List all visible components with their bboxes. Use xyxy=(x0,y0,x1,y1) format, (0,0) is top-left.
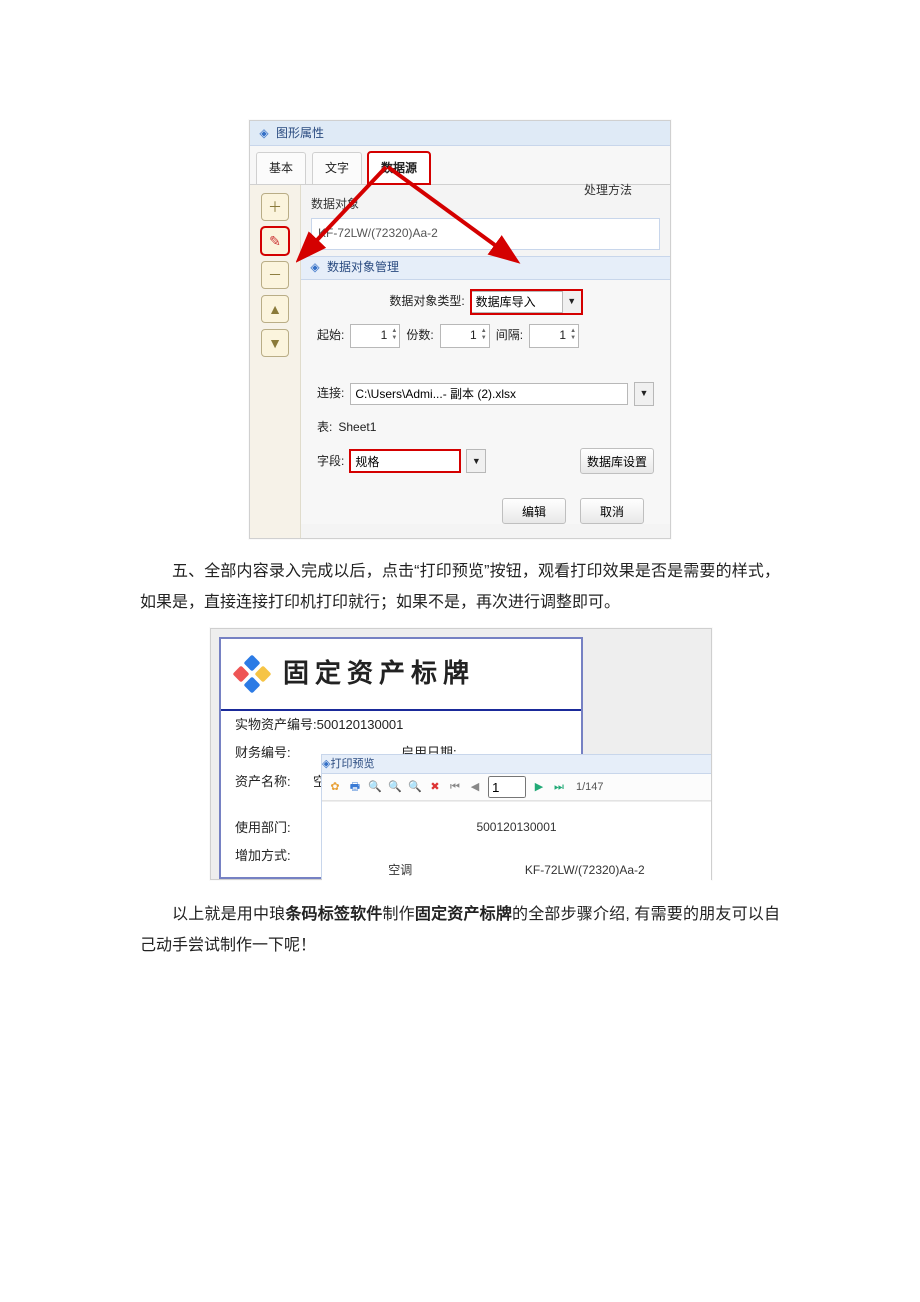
conn-input[interactable] xyxy=(350,383,628,405)
count-spin[interactable]: 1 xyxy=(440,324,490,348)
screenshot-print-preview: 固定资产标牌 实物资产编号:500120130001 财务编号: 启用日期: 资… xyxy=(210,628,712,880)
zoom-fit-icon[interactable]: 🔍 xyxy=(388,780,402,794)
arrow-up-icon[interactable]: ▲ xyxy=(261,295,289,323)
asset-name-label: 资产名称: xyxy=(235,770,313,812)
print-icon[interactable]: 🖶 xyxy=(348,780,362,794)
table-value: Sheet1 xyxy=(338,416,376,439)
zoom-in-icon[interactable]: 🔍 xyxy=(368,780,382,794)
app-icon: ◈ xyxy=(307,260,323,276)
next-page-icon[interactable]: ▶ xyxy=(532,780,546,794)
window-title: 图形属性 xyxy=(276,122,324,145)
stage-asset-no: 500120130001 xyxy=(476,816,556,839)
logo-icon xyxy=(235,657,269,691)
print-preview-title: 打印预览 xyxy=(330,754,374,775)
tab-basic[interactable]: 基本 xyxy=(256,152,306,184)
minus-icon[interactable]: － xyxy=(261,261,289,289)
pencil-icon[interactable]: ✎ xyxy=(261,227,289,255)
cog-icon[interactable]: ✿ xyxy=(328,780,342,794)
data-object-group-label: 数据对象 xyxy=(311,193,660,216)
tab-text[interactable]: 文字 xyxy=(312,152,362,184)
cancel-button[interactable]: 取消 xyxy=(580,498,644,524)
edit-button[interactable]: 编辑 xyxy=(502,498,566,524)
field-select[interactable] xyxy=(350,450,460,472)
asset-no-value: 500120130001 xyxy=(317,713,404,738)
close-icon[interactable]: ✖ xyxy=(428,780,442,794)
paragraph-step5: 五、全部内容录入完成以后，点击“打印预览”按钮，观看打印效果是否是需要的样式，如… xyxy=(140,557,780,618)
table-label: 表: xyxy=(317,416,332,439)
asset-no-label: 实物资产编号: xyxy=(235,713,317,738)
prev-page-icon[interactable]: ◀ xyxy=(468,780,482,794)
data-object-list[interactable]: KF-72LW/(72320)Aa-2 xyxy=(311,218,660,250)
dept-label: 使用部门: xyxy=(235,816,313,841)
side-toolbar: ＋ ✎ － ▲ ▼ xyxy=(250,185,301,539)
db-settings-button[interactable]: 数据库设置 xyxy=(580,448,654,474)
app-icon: ◈ xyxy=(322,754,330,775)
tab-datasource[interactable]: 数据源 xyxy=(368,152,430,184)
plus-icon[interactable]: ＋ xyxy=(261,193,289,221)
type-label: 数据对象类型: xyxy=(389,290,464,313)
data-object-manage-panel: ◈ 数据对象管理 数据对象类型: ▼ 起始: 1 份数: xyxy=(301,256,670,525)
screenshot-graphic-properties: ◈ 图形属性 基本 文字 数据源 处理方法 ＋ ✎ － ▲ ▼ 数据对象 KF-… xyxy=(249,120,671,539)
stage-spec: KF-72LW/(72320)Aa-2 xyxy=(525,859,645,882)
first-page-icon[interactable]: ⏮ xyxy=(448,780,462,794)
type-select[interactable] xyxy=(471,291,563,313)
chevron-down-icon[interactable]: ▼ xyxy=(466,449,486,473)
add-mode-label: 增加方式: xyxy=(235,844,313,869)
window-titlebar: ◈ 图形属性 xyxy=(250,121,670,146)
last-page-icon[interactable]: ⏭ xyxy=(552,780,566,794)
chevron-down-icon[interactable]: ▼ xyxy=(563,290,582,314)
start-spin[interactable]: 1 xyxy=(350,324,400,348)
arrow-down-icon[interactable]: ▼ xyxy=(261,329,289,357)
app-icon: ◈ xyxy=(256,125,272,141)
start-label: 起始: xyxy=(317,324,344,347)
chevron-down-icon[interactable]: ▼ xyxy=(634,382,654,406)
field-label: 字段: xyxy=(317,450,344,473)
page-indicator: 1/147 xyxy=(576,777,604,798)
print-preview-window: ◈ 打印预览 ✿ 🖶 🔍 🔍 🔍 ✖ ⏮ ◀ ▶ ⏭ xyxy=(321,754,711,879)
stage-asset-name: 空调 xyxy=(388,859,412,882)
zoom-out-icon[interactable]: 🔍 xyxy=(408,780,422,794)
page-number-input[interactable] xyxy=(488,776,526,798)
fin-no-label: 财务编号: xyxy=(235,741,313,766)
paragraph-ending: 以上就是用中琅条码标签软件制作固定资产标牌的全部步骤介绍, 有需要的朋友可以自己… xyxy=(140,900,780,961)
inner-window-title: 数据对象管理 xyxy=(327,256,399,279)
preview-stage: 500120130001 空调 KF-72LW/(72320)Aa-2 xyxy=(322,801,711,888)
card-title: 固定资产标牌 xyxy=(283,649,475,698)
count-label: 份数: xyxy=(406,324,433,347)
gap-spin[interactable]: 1 xyxy=(529,324,579,348)
preview-toolbar: ✿ 🖶 🔍 🔍 🔍 ✖ ⏮ ◀ ▶ ⏭ 1/147 xyxy=(322,774,711,801)
conn-label: 连接: xyxy=(317,382,344,405)
gap-label: 间隔: xyxy=(496,324,523,347)
